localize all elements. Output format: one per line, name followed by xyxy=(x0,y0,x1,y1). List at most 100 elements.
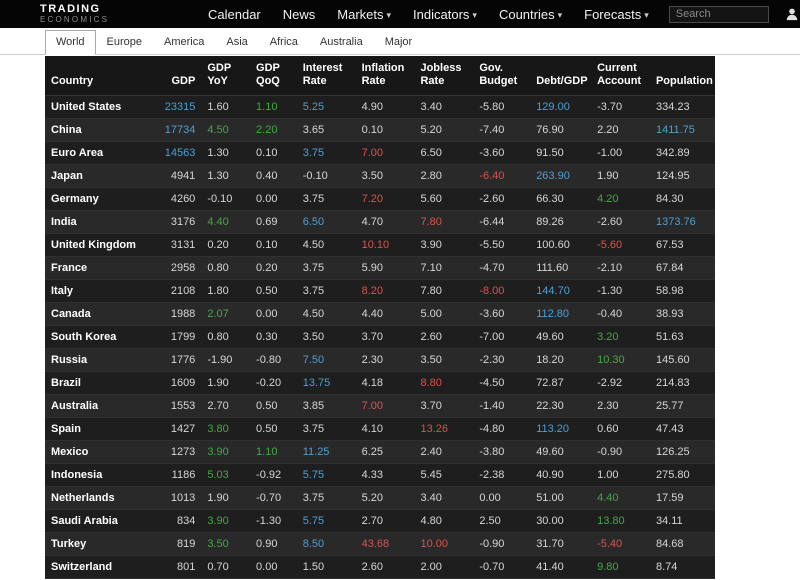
country-cell[interactable]: United States xyxy=(45,95,155,119)
table-row[interactable]: United Kingdom 3131 0.20 0.10 4.50 10.10 3.90-… xyxy=(45,233,715,257)
table-row[interactable]: India 3176 4.40 0.69 6.50 4.70 7.80 -6.44 89.26-… xyxy=(45,210,715,234)
value-cell: 342.89 xyxy=(649,141,715,165)
table-row[interactable]: Euro Area 14563 1.30 0.10 3.75 7.00 6.50 -3.60 9… xyxy=(45,141,715,165)
table-row[interactable]: Saudi Arabia 834 3.90 -1.30 5.75 2.70 4.80 2.50… xyxy=(45,509,715,533)
column-header[interactable]: Current Account xyxy=(591,56,650,96)
value-cell: 0.70 xyxy=(201,555,251,579)
chevron-down-icon: ▾ xyxy=(386,9,392,20)
table-row[interactable]: Brazil 1609 1.90 -0.20 13.75 4.18 8.80 -4.50 72.… xyxy=(45,371,715,395)
nav-item-news[interactable]: News xyxy=(283,7,316,22)
value-cell: -3.60 xyxy=(473,141,531,165)
value-cell: -2.60 xyxy=(473,187,531,211)
table-row[interactable]: United States 23315 1.60 1.10 5.25 4.90 3.40 -5… xyxy=(45,95,715,119)
country-cell[interactable]: France xyxy=(45,256,155,280)
country-cell[interactable]: Turkey xyxy=(45,532,155,556)
value-cell: -0.40 xyxy=(591,302,650,326)
country-cell[interactable]: Saudi Arabia xyxy=(45,509,155,533)
country-cell[interactable]: India xyxy=(45,210,155,234)
nav-item-forecasts[interactable]: Forecasts ▾ xyxy=(584,7,649,22)
value-cell: 3.75 xyxy=(296,279,356,303)
nav-item-countries[interactable]: Countries ▾ xyxy=(499,7,562,22)
table-row[interactable]: France 2958 0.80 0.20 3.75 5.90 7.10 -4.70 111.6… xyxy=(45,256,715,280)
column-header[interactable]: Population xyxy=(649,56,715,96)
nav-item-indicators[interactable]: Indicators ▾ xyxy=(413,7,477,22)
value-cell: 72.87 xyxy=(530,371,592,395)
value-cell: 7.80 xyxy=(414,279,474,303)
table-row[interactable]: South Korea 1799 0.80 0.30 3.50 3.70 2.60 -7.00… xyxy=(45,325,715,349)
table-row[interactable]: Germany 4260 -0.10 0.00 3.75 7.20 5.60 -2.60 66.… xyxy=(45,187,715,211)
country-cell[interactable]: China xyxy=(45,118,155,142)
value-cell: 4.10 xyxy=(355,417,415,441)
column-header[interactable]: GDP QoQ xyxy=(250,56,297,96)
table-row[interactable]: Russia 1776 -1.90 -0.80 7.50 2.30 3.50 -2.30 18.… xyxy=(45,348,715,372)
table-row[interactable]: Switzerland 801 0.70 0.00 1.50 2.60 2.00 -0.70 4… xyxy=(45,555,715,579)
value-cell: -4.50 xyxy=(473,371,531,395)
value-cell: -5.80 xyxy=(473,95,531,119)
country-cell[interactable]: Indonesia xyxy=(45,463,155,487)
logo[interactable]: TRADING ECONOMICS xyxy=(40,4,120,24)
table-row[interactable]: Netherlands 1013 1.90 -0.70 3.75 5.20 3.40 0.00… xyxy=(45,486,715,510)
value-cell: 7.50 xyxy=(296,348,356,372)
value-cell: 3.65 xyxy=(296,118,356,142)
value-cell: 3.75 xyxy=(296,256,356,280)
country-cell[interactable]: Mexico xyxy=(45,440,155,464)
value-cell: 263.90 xyxy=(530,164,592,188)
table-row[interactable]: Turkey 819 3.50 0.90 8.50 43.68 10.00 -0.90 31.7… xyxy=(45,532,715,556)
tab-america[interactable]: America xyxy=(153,30,215,55)
column-header[interactable]: Country xyxy=(45,56,155,96)
tab-world[interactable]: World xyxy=(45,30,96,55)
table-row[interactable]: Japan 4941 1.30 0.40 -0.10 3.50 2.80 -6.40 263.9… xyxy=(45,164,715,188)
value-cell: 9.80 xyxy=(591,555,650,579)
country-cell[interactable]: Germany xyxy=(45,187,155,211)
country-cell[interactable]: United Kingdom xyxy=(45,233,155,257)
value-cell: -0.20 xyxy=(250,371,297,395)
search-input[interactable] xyxy=(668,5,769,23)
table-row[interactable]: Canada 1988 2.07 0.00 4.50 4.40 5.00 -3.60 112.8… xyxy=(45,302,715,326)
country-cell[interactable]: Australia xyxy=(45,394,155,418)
tab-africa[interactable]: Africa xyxy=(259,30,309,55)
value-cell: 6.50 xyxy=(414,141,474,165)
country-cell[interactable]: Brazil xyxy=(45,371,155,395)
country-cell[interactable]: Russia xyxy=(45,348,155,372)
column-header[interactable]: Jobless Rate xyxy=(414,56,474,96)
country-cell[interactable]: Canada xyxy=(45,302,155,326)
country-cell[interactable]: Spain xyxy=(45,417,155,441)
user-menu-button[interactable]: ▾ xyxy=(785,7,800,21)
country-cell[interactable]: Japan xyxy=(45,164,155,188)
tab-major[interactable]: Major xyxy=(374,30,424,55)
tab-australia[interactable]: Australia xyxy=(309,30,374,55)
value-cell: 8.20 xyxy=(355,279,415,303)
column-header[interactable]: Inflation Rate xyxy=(355,56,415,96)
table-row[interactable]: Italy 2108 1.80 0.50 3.75 8.20 7.80 -8.00 144.70… xyxy=(45,279,715,303)
value-cell: 0.50 xyxy=(250,417,297,441)
country-cell[interactable]: South Korea xyxy=(45,325,155,349)
value-cell: 2.70 xyxy=(355,509,415,533)
value-cell: 8.74 xyxy=(649,555,715,579)
country-cell[interactable]: Switzerland xyxy=(45,555,155,579)
column-header[interactable]: Debt/GDP xyxy=(530,56,592,96)
column-header[interactable]: Interest Rate xyxy=(296,56,356,96)
value-cell: -2.30 xyxy=(473,348,531,372)
nav-item-markets[interactable]: Markets ▾ xyxy=(337,7,391,22)
country-cell[interactable]: Netherlands xyxy=(45,486,155,510)
country-cell[interactable]: Euro Area xyxy=(45,141,155,165)
table-row[interactable]: Indonesia 1186 5.03 -0.92 5.75 4.33 5.45 -2.38 4… xyxy=(45,463,715,487)
value-cell: 66.30 xyxy=(530,187,592,211)
tab-europe[interactable]: Europe xyxy=(96,30,153,55)
value-cell: 3.70 xyxy=(414,394,474,418)
table-row[interactable]: China 17734 4.50 2.20 3.65 0.10 5.20 -7.40 76.90… xyxy=(45,118,715,142)
nav-item-calendar[interactable]: Calendar xyxy=(208,7,261,22)
value-cell: 4.18 xyxy=(355,371,415,395)
value-cell: 3.20 xyxy=(591,325,650,349)
table-row[interactable]: Mexico 1273 3.90 1.10 11.25 6.25 2.40 -3.80 49.6… xyxy=(45,440,715,464)
value-cell: 58.98 xyxy=(649,279,715,303)
table-row[interactable]: Spain 1427 3.80 0.50 3.75 4.10 13.26 -4.80 113.2… xyxy=(45,417,715,441)
table-row[interactable]: Australia 1553 2.70 0.50 3.85 7.00 3.70 -1.40 22… xyxy=(45,394,715,418)
value-cell: 4.40 xyxy=(355,302,415,326)
value-cell: -5.60 xyxy=(591,233,650,257)
tab-asia[interactable]: Asia xyxy=(215,30,258,55)
column-header[interactable]: Gov. Budget xyxy=(473,56,531,96)
column-header[interactable]: GDP YoY xyxy=(201,56,251,96)
country-cell[interactable]: Italy xyxy=(45,279,155,303)
column-header[interactable]: GDP xyxy=(154,56,202,96)
